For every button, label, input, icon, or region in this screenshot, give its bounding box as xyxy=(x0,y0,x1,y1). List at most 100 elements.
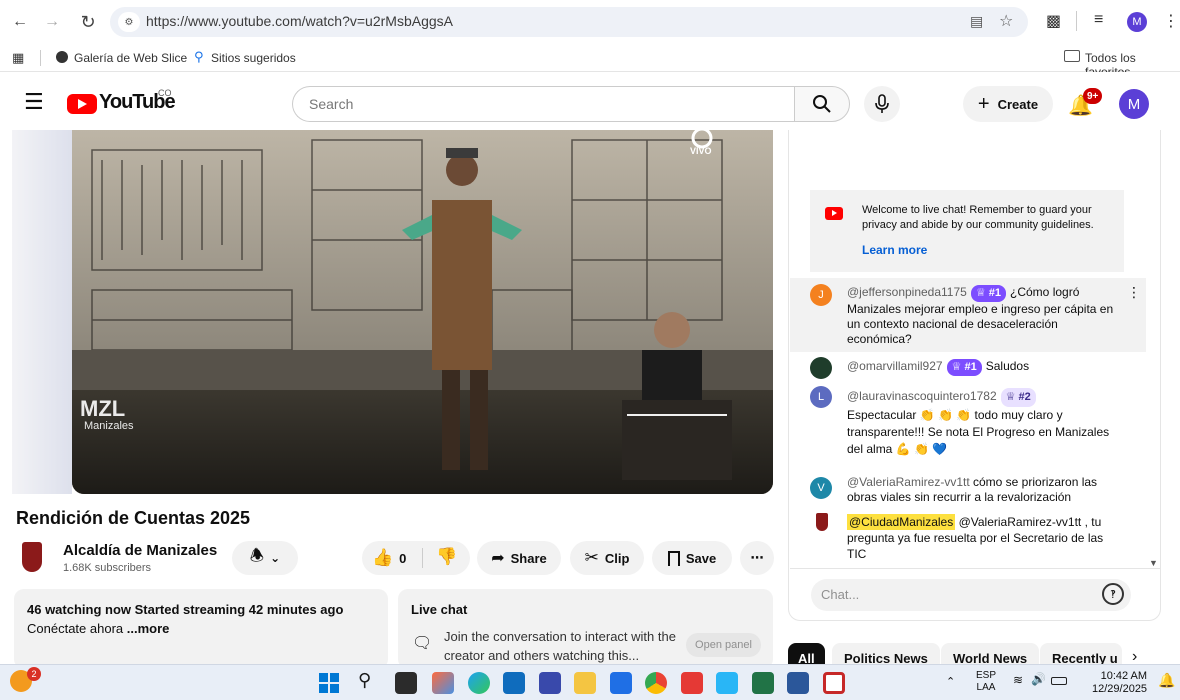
chat-bubble-icon: 🗨 xyxy=(412,635,433,652)
battery-icon[interactable] xyxy=(1051,677,1067,685)
chat-welcome-banner: Welcome to live chat! Remember to guard … xyxy=(810,190,1124,272)
volume-icon[interactable]: 🔊 xyxy=(1031,672,1046,686)
forward-arrow-icon[interactable]: → xyxy=(40,10,64,34)
account-avatar[interactable]: M xyxy=(1119,89,1149,119)
extensions-icon[interactable]: ▩ xyxy=(1046,11,1061,31)
edge-browser-icon[interactable] xyxy=(468,672,490,694)
back-arrow-icon[interactable]: ← xyxy=(8,10,32,34)
like-count: 0 xyxy=(399,550,407,566)
video-title: Rendición de Cuentas 2025 xyxy=(16,508,251,528)
bookmarks-divider xyxy=(40,50,41,66)
chat-author[interactable]: @lauravinascoquintero1782 xyxy=(847,389,997,403)
app-icon[interactable] xyxy=(539,672,561,694)
reading-list-icon[interactable]: ≡ xyxy=(1094,11,1103,29)
profile-avatar[interactable]: M xyxy=(1127,12,1147,32)
site-info-icon[interactable]: ⚙ xyxy=(118,12,140,32)
chat-author[interactable]: @jeffersonpineda1175 xyxy=(847,285,967,299)
chat-author[interactable]: @omarvillamil927 xyxy=(847,359,943,373)
description-text: Conéctate ahora xyxy=(27,621,124,636)
bookmark-star-icon[interactable]: ☆ xyxy=(999,11,1013,31)
bookmark-sitios-sugeridos[interactable]: Sitios sugeridos xyxy=(211,51,296,65)
chat-avatar xyxy=(810,357,832,379)
chrome-icon[interactable] xyxy=(645,672,667,694)
channel-name[interactable]: Alcaldía de Manizales xyxy=(63,542,217,559)
channel-watermark: MZL xyxy=(80,396,126,421)
chat-author[interactable]: @ValeriaRamirez-vv1tt xyxy=(847,475,970,489)
message-menu-icon[interactable]: ⋮ xyxy=(1127,284,1141,301)
bookmark-save-icon xyxy=(667,550,680,566)
youtube-logo-icon[interactable] xyxy=(67,94,97,114)
live-chat-card-text: Join the conversation to interact with t… xyxy=(444,629,676,663)
emoji-icon[interactable]: ‽ xyxy=(1102,583,1124,605)
like-dislike-group: 👍 0 👎 xyxy=(362,541,470,575)
windows-start-icon[interactable] xyxy=(319,673,339,693)
clip-button[interactable]: ✂ Clip xyxy=(570,541,644,575)
live-label: VIVO xyxy=(690,146,712,156)
url-text: https://www.youtube.com/watch?v=u2rMsbAg… xyxy=(146,13,453,29)
file-explorer-icon[interactable] xyxy=(574,672,596,694)
member-badge: ♕ #2 xyxy=(1000,388,1036,407)
create-button[interactable]: + Create xyxy=(963,86,1053,122)
video-player[interactable]: VIVO MZL Manizales xyxy=(72,130,773,494)
search-icon xyxy=(813,95,831,113)
apps-grid-icon[interactable]: ▦ xyxy=(12,50,24,66)
voice-search-button[interactable] xyxy=(864,86,900,122)
web-slice-icon xyxy=(56,51,68,63)
search-input[interactable]: Search xyxy=(292,86,794,122)
clock-time: 10:42 AM xyxy=(1100,670,1148,682)
mcafee-icon[interactable] xyxy=(823,672,845,694)
dislike-icon[interactable]: 👎 xyxy=(436,547,457,567)
search-button[interactable] xyxy=(794,86,850,122)
bell-icon: 🕭 xyxy=(249,547,265,565)
description-box[interactable]: 46 watching now Started streaming 42 min… xyxy=(14,589,388,669)
live-chat-card: Live chat 🗨 Join the conversation to int… xyxy=(398,589,773,669)
browser-menu-icon[interactable]: ⋮ xyxy=(1163,11,1179,31)
blue-app-icon[interactable] xyxy=(610,672,632,694)
taskbar-search-icon[interactable]: ⚲ xyxy=(358,670,371,691)
tray-chevron-icon[interactable]: ⌃ xyxy=(946,675,955,688)
channel-avatar[interactable] xyxy=(22,542,42,572)
chat-message: @omarvillamil927 ♕ #1 Saludos xyxy=(847,359,1115,376)
chat-message: @jeffersonpineda1175 ♕ #1 ¿Cómo logró Mani… xyxy=(847,285,1115,347)
search-placeholder: Search xyxy=(309,96,354,112)
reload-icon[interactable]: ↻ xyxy=(76,10,100,34)
like-divider xyxy=(422,548,423,568)
chat-message: @lauravinascoquintero1782 ♕ #2 Espectacula… xyxy=(847,388,1115,458)
clock[interactable]: 10:42 AM 12/29/2025 xyxy=(1092,670,1147,696)
more-actions-button[interactable]: ⋯ xyxy=(740,541,774,575)
channel-watermark-sub: Manizales xyxy=(84,420,134,432)
photos-icon[interactable] xyxy=(716,672,738,694)
language-indicator[interactable]: ESP LAA xyxy=(976,670,996,694)
open-panel-button[interactable]: Open panel xyxy=(686,633,761,657)
chat-text: Espectacular 👏 👏 👏 todo muy claro y tran… xyxy=(847,408,1110,456)
chat-text: Saludos xyxy=(985,359,1030,373)
acrobat-icon[interactable] xyxy=(681,672,703,694)
task-view-icon[interactable] xyxy=(395,672,417,694)
widget-notification-badge: 2 xyxy=(27,667,41,681)
learn-more-link[interactable]: Learn more xyxy=(862,243,927,257)
save-label: Save xyxy=(685,550,717,566)
chat-author-highlighted[interactable]: @CiudadManizales xyxy=(847,514,956,530)
excel-icon[interactable] xyxy=(752,672,774,694)
copilot-icon[interactable] xyxy=(432,672,454,694)
notification-settings-button[interactable]: 🕭 ⌄ xyxy=(232,541,298,575)
chat-input[interactable]: Chat... xyxy=(811,579,1131,611)
share-button[interactable]: ➦ Share xyxy=(477,541,561,575)
save-button[interactable]: Save xyxy=(652,541,732,575)
description-more-link[interactable]: ...more xyxy=(127,621,170,636)
chat-message: @CiudadManizales @ValeriaRamirez-vv1tt ,… xyxy=(847,514,1117,562)
store-icon[interactable] xyxy=(503,672,525,694)
word-icon[interactable] xyxy=(787,672,809,694)
like-icon[interactable]: 👍 xyxy=(372,548,393,568)
language-code: ESP xyxy=(976,670,997,681)
video-ambient-edge xyxy=(12,130,72,494)
plus-icon: + xyxy=(977,92,990,115)
chat-welcome-text: Welcome to live chat! Remember to guard … xyxy=(862,204,1094,231)
hamburger-menu-icon[interactable]: ☰ xyxy=(24,90,44,114)
install-app-icon[interactable]: ▤ xyxy=(970,13,983,30)
bookmark-web-slice[interactable]: Galería de Web Slice xyxy=(74,51,187,65)
wifi-icon[interactable]: ≋ xyxy=(1013,673,1023,687)
notification-center-icon[interactable]: 🔔 xyxy=(1158,672,1175,689)
clip-label: Clip xyxy=(604,550,630,566)
scroll-down-arrow-icon[interactable]: ▼ xyxy=(1149,558,1158,568)
